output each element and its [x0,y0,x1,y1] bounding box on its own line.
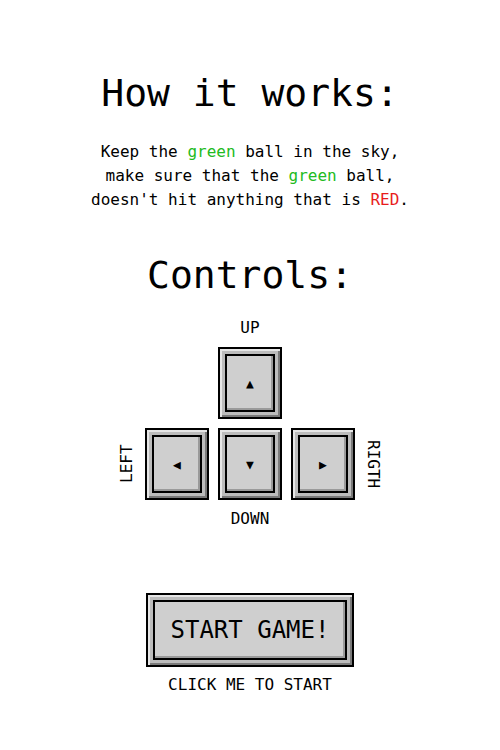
text-span: make sure that the [106,166,289,185]
arrow-icon: ▲ [246,377,254,390]
text-span: green [187,142,235,161]
start-screen: How it works: Keep the green ball in the … [0,0,500,750]
key-face: ▼ [225,435,275,493]
key-face: ▲ [225,354,275,412]
instructions-title: How it works: [101,70,398,116]
key-face: ▶ [298,435,348,493]
text-span: doesn't hit anything that is [91,190,370,209]
arrow-key[interactable]: ▲ [218,347,282,419]
text-span: ball in the sky, [236,142,400,161]
instructions-line: doesn't hit anything that is RED. [91,188,409,212]
arrow-key[interactable]: ▼ [218,428,282,500]
arrow-key[interactable]: ▶ [291,428,355,500]
key-label: LEFT [118,428,136,500]
key-label: DOWN [218,509,282,529]
text-span: ball, [337,166,395,185]
arrow-key[interactable]: ◀ [145,428,209,500]
text-span: . [399,190,409,209]
text-span: RED [370,190,399,209]
start-caption: CLICK ME TO START [168,675,332,695]
instructions-line: Keep the green ball in the sky, [101,140,400,164]
controls-title: Controls: [147,252,353,298]
arrow-icon: ◀ [173,458,181,471]
controls-keys: UP ▲ LEFT ◀ DOWN ▼ RIGTH ▶ [118,318,382,529]
instructions-text: Keep the green ball in the sky,make sure… [91,140,409,212]
instructions-line: make sure that the green ball, [106,164,395,188]
key-label: RIGTH [364,428,382,500]
arrow-icon: ▶ [319,458,327,471]
arrow-icon: ▼ [246,458,254,471]
start-button[interactable]: START GAME! [146,593,354,667]
start-button-face: START GAME! [153,600,347,660]
key-face: ◀ [152,435,202,493]
text-span: green [289,166,337,185]
key-label: UP [218,318,282,338]
text-span: Keep the [101,142,188,161]
